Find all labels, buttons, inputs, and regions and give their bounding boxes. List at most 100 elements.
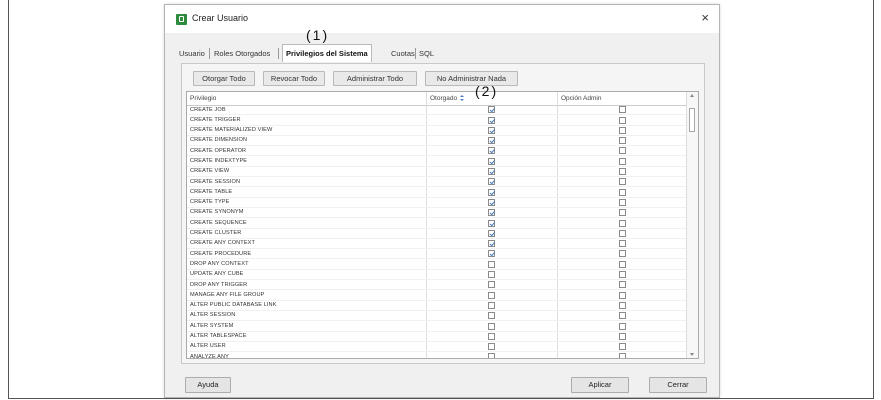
granted-checkbox[interactable] [488,147,495,155]
granted-checkbox[interactable] [488,178,495,186]
granted-checkbox[interactable] [488,116,495,124]
admin-option-checkbox[interactable] [619,209,626,217]
admin-option-checkbox[interactable] [619,126,626,134]
granted-checkbox[interactable] [488,250,495,258]
table-row[interactable]: CREATE SYNONYM [187,208,687,219]
table-row[interactable]: MANAGE ANY FILE GROUP [187,290,687,301]
table-row[interactable]: DROP ANY TRIGGER [187,280,687,291]
admin-option-checkbox[interactable] [619,178,626,186]
granted-checkbox[interactable] [488,312,495,320]
admin-option-checkbox[interactable] [619,147,626,155]
admin-option-checkbox[interactable] [619,332,626,340]
granted-checkbox[interactable] [488,198,495,206]
admin-option-checkbox[interactable] [619,312,626,320]
granted-checkbox[interactable] [488,271,495,279]
table-row[interactable]: CREATE INDEXTYPE [187,156,687,167]
admin-all-button[interactable]: Administrar Todo [333,71,417,86]
table-row[interactable]: CREATE SEQUENCE [187,218,687,229]
granted-checkbox[interactable] [488,126,495,134]
admin-none-button[interactable]: No Administrar Nada [425,71,518,86]
granted-checkbox[interactable] [488,322,495,330]
admin-option-checkbox[interactable] [619,353,626,358]
table-row[interactable]: DROP ANY CONTEXT [187,259,687,270]
admin-option-checkbox[interactable] [619,229,626,237]
table-row[interactable]: CREATE MATERIALIZED VIEW [187,126,687,136]
granted-checkbox[interactable] [488,353,495,358]
admin-option-checkbox[interactable] [619,219,626,227]
revoke-all-button[interactable]: Revocar Todo [263,71,325,86]
column-admin-option[interactable]: Opción Admin [561,95,601,102]
table-row[interactable]: CREATE CLUSTER [187,229,687,239]
tab-separator [415,48,416,59]
table-row[interactable]: CREATE TYPE [187,198,687,208]
table-row[interactable]: CREATE TABLE [187,187,687,198]
admin-option-checkbox[interactable] [619,198,626,206]
granted-checkbox[interactable] [488,281,495,289]
granted-checkbox[interactable] [488,137,495,145]
admin-option-checkbox[interactable] [619,116,626,124]
table-row[interactable]: CREATE SESSION [187,177,687,188]
column-granted[interactable]: Otorgado [430,95,457,102]
table-row[interactable]: ALTER SESSION [187,311,687,322]
scroll-up-icon[interactable] [690,94,694,97]
apply-button[interactable]: Aplicar [571,377,629,393]
tab-usuario[interactable]: Usuario [179,46,205,61]
help-button[interactable]: Ayuda [185,377,231,393]
table-row[interactable]: CREATE DIMENSION [187,136,687,147]
table-row[interactable]: CREATE TRIGGER [187,115,687,126]
admin-option-checkbox[interactable] [619,157,626,165]
granted-checkbox[interactable] [488,332,495,340]
granted-checkbox[interactable] [488,260,495,268]
table-row[interactable]: UPDATE ANY CUBE [187,270,687,281]
granted-checkbox[interactable] [488,157,495,165]
privilege-name: CREATE VIEW [190,168,230,175]
column-privilege[interactable]: Privilegio [190,95,216,102]
granted-checkbox[interactable] [488,343,495,351]
admin-option-checkbox[interactable] [619,291,626,299]
scroll-thumb[interactable] [689,108,695,132]
admin-option-checkbox[interactable] [619,168,626,176]
tab-privilegios-sistema[interactable]: Privilegios del Sistema [282,44,372,62]
admin-option-checkbox[interactable] [619,271,626,279]
granted-checkbox[interactable] [488,168,495,176]
granted-checkbox[interactable] [488,291,495,299]
granted-checkbox[interactable] [488,106,495,114]
grant-all-button[interactable]: Otorgar Todo [193,71,255,86]
table-row[interactable]: CREATE JOB [187,105,687,116]
table-row[interactable]: ALTER TABLESPACE [187,332,687,342]
table-row[interactable]: ALTER SYSTEM [187,321,687,332]
granted-checkbox[interactable] [488,188,495,196]
admin-option-checkbox[interactable] [619,137,626,145]
scroll-down-icon[interactable] [690,353,694,356]
admin-option-checkbox[interactable] [619,250,626,258]
tab-sql[interactable]: SQL [419,46,434,61]
table-row[interactable]: CREATE ANY CONTEXT [187,239,687,250]
table-row[interactable]: CREATE PROCEDURE [187,249,687,260]
table-row[interactable]: ALTER USER [187,342,687,353]
tab-roles-otorgados[interactable]: Roles Otorgados [214,46,270,61]
privilege-name: CREATE INDEXTYPE [190,157,248,164]
vertical-scrollbar[interactable] [686,92,698,358]
admin-option-checkbox[interactable] [619,106,626,114]
close-icon[interactable]: × [701,10,709,25]
privilege-name: ALTER USER [190,343,226,350]
granted-checkbox[interactable] [488,209,495,217]
privilege-name: CREATE SYNONYM [190,209,244,216]
granted-checkbox[interactable] [488,240,495,248]
admin-option-checkbox[interactable] [619,322,626,330]
admin-option-checkbox[interactable] [619,260,626,268]
table-row[interactable]: ALTER PUBLIC DATABASE LINK [187,301,687,311]
admin-option-checkbox[interactable] [619,301,626,309]
table-row[interactable]: ANALYZE ANY [187,352,687,358]
admin-option-checkbox[interactable] [619,343,626,351]
admin-option-checkbox[interactable] [619,281,626,289]
table-row[interactable]: CREATE OPERATOR [187,146,687,157]
admin-option-checkbox[interactable] [619,240,626,248]
granted-checkbox[interactable] [488,229,495,237]
admin-option-checkbox[interactable] [619,188,626,196]
tab-cuotas[interactable]: Cuotas [391,46,415,61]
cancel-button[interactable]: Cerrar [649,377,707,393]
table-row[interactable]: CREATE VIEW [187,167,687,178]
granted-checkbox[interactable] [488,301,495,309]
granted-checkbox[interactable] [488,219,495,227]
